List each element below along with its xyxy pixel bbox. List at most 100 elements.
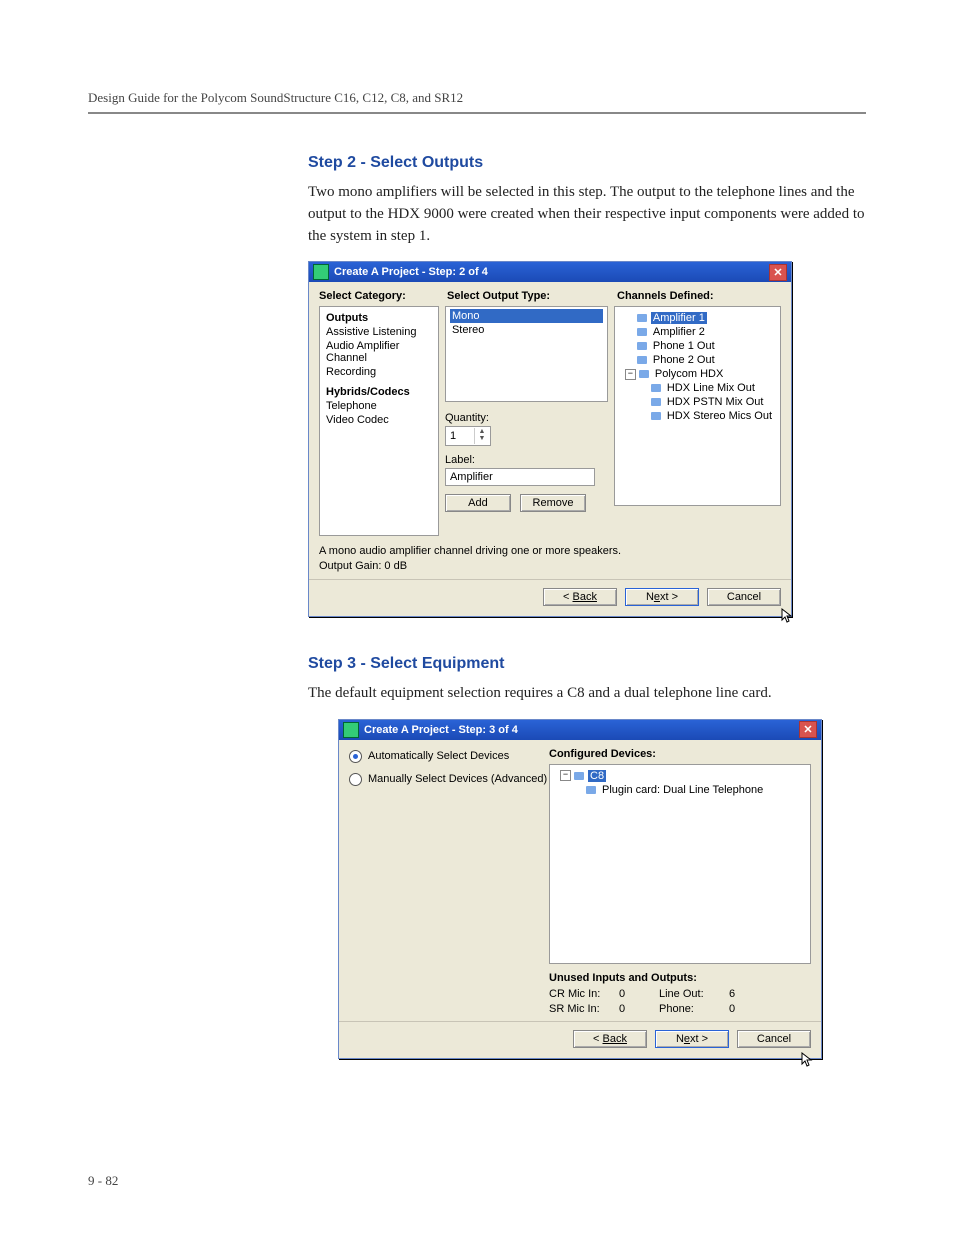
radio-icon: [349, 750, 362, 763]
channel-icon: [637, 328, 647, 336]
cancel-button[interactable]: Cancel: [737, 1030, 811, 1048]
category-item[interactable]: Outputs: [326, 311, 432, 325]
radio-label: Manually Select Devices (Advanced): [368, 773, 547, 785]
cursor-icon: [801, 1052, 813, 1068]
next-button[interactable]: Next >: [655, 1030, 729, 1048]
tree-label: Amplifier 2: [651, 326, 707, 338]
category-item[interactable]: Hybrids/Codecs: [326, 385, 432, 399]
header-channels: Channels Defined:: [617, 290, 781, 302]
tree-collapse-icon[interactable]: −: [625, 369, 636, 380]
channels-tree[interactable]: Amplifier 1 Amplifier 2 Phone 1 OutPhone 2…: [614, 306, 781, 506]
unused-value: 0: [619, 988, 659, 1000]
tree-label: HDX PSTN Mix Out: [665, 396, 766, 408]
step2-title: Step 2 - Select Outputs: [308, 154, 866, 172]
tree-label: Polycom HDX: [653, 368, 725, 380]
tree-label: HDX Stereo Mics Out: [665, 410, 774, 422]
device-selection-radio[interactable]: Automatically Select Devices: [349, 750, 549, 763]
step3-text: The default equipment selection requires…: [308, 683, 866, 705]
header-rule: [88, 112, 866, 114]
desc-line2: Output Gain: 0 dB: [319, 559, 781, 573]
quantity-label: Quantity:: [445, 412, 608, 424]
device-selection-radio[interactable]: Manually Select Devices (Advanced): [349, 773, 549, 786]
back-button[interactable]: < Back: [543, 588, 617, 606]
tree-row[interactable]: Plugin card: Dual Line Telephone: [556, 783, 804, 797]
category-item[interactable]: Recording: [326, 365, 432, 379]
next-button[interactable]: Next >: [625, 588, 699, 606]
step3-title: Step 3 - Select Equipment: [308, 655, 866, 673]
cursor-icon: [781, 608, 793, 624]
category-list[interactable]: OutputsAssistive ListeningAudio Amplifie…: [319, 306, 439, 536]
category-item[interactable]: Audio Amplifier Channel: [326, 339, 432, 365]
titlebar: Create A Project - Step: 3 of 4 ✕: [339, 720, 821, 740]
titlebar: Create A Project - Step: 2 of 4 ✕: [309, 262, 791, 282]
back-button[interactable]: < Back: [573, 1030, 647, 1048]
category-item[interactable]: Video Codec: [326, 413, 432, 427]
output-type-list[interactable]: MonoStereo: [445, 306, 608, 402]
unused-io-label: Unused Inputs and Outputs:: [549, 972, 811, 984]
quantity-value: 1: [450, 430, 456, 442]
close-icon[interactable]: ✕: [769, 264, 787, 281]
tree-row[interactable]: Phone 1 Out: [621, 339, 774, 353]
tree-label: HDX Line Mix Out: [665, 382, 757, 394]
tree-row[interactable]: Phone 2 Out: [621, 353, 774, 367]
dialog-step2: Create A Project - Step: 2 of 4 ✕ Select…: [308, 261, 792, 617]
label-value: Amplifier: [450, 471, 493, 483]
close-icon[interactable]: ✕: [799, 721, 817, 738]
unused-key: Phone:: [659, 1003, 729, 1015]
unused-key: SR Mic In:: [549, 1003, 619, 1015]
app-icon: [343, 722, 359, 738]
category-item[interactable]: Telephone: [326, 399, 432, 413]
tree-row[interactable]: HDX Stereo Mics Out: [621, 409, 774, 423]
output-type-item[interactable]: Stereo: [450, 323, 603, 337]
channel-icon: [586, 786, 596, 794]
unused-io-grid: CR Mic In:0Line Out:6SR Mic In:0Phone:0: [549, 988, 811, 1015]
dialog-step3: Create A Project - Step: 3 of 4 ✕ Automa…: [338, 719, 822, 1059]
radio-label: Automatically Select Devices: [368, 750, 509, 762]
tree-label: Plugin card: Dual Line Telephone: [600, 784, 765, 796]
quantity-stepper[interactable]: 1 ▲▼: [445, 426, 491, 446]
remove-button[interactable]: Remove: [520, 494, 586, 512]
tree-row[interactable]: HDX Line Mix Out: [621, 381, 774, 395]
unused-value: 0: [619, 1003, 659, 1015]
tree-label: Amplifier 1: [651, 312, 707, 324]
channel-icon: [637, 356, 647, 364]
label-label: Label:: [445, 454, 608, 466]
unused-value: 0: [729, 1003, 759, 1015]
step2-text: Two mono amplifiers will be selected in …: [308, 182, 866, 247]
running-head: Design Guide for the Polycom SoundStruct…: [88, 90, 866, 106]
header-category: Select Category:: [319, 290, 447, 302]
output-description: A mono audio amplifier channel driving o…: [319, 544, 781, 573]
tree-label: Phone 1 Out: [651, 340, 717, 352]
page-number: 9 - 82: [88, 1173, 118, 1189]
channel-icon: [651, 412, 661, 420]
cancel-button[interactable]: Cancel: [707, 588, 781, 606]
category-item[interactable]: Assistive Listening: [326, 325, 432, 339]
unused-key: CR Mic In:: [549, 988, 619, 1000]
tree-row[interactable]: Amplifier 1: [621, 311, 774, 325]
dialog-title: Create A Project - Step: 2 of 4: [334, 266, 769, 278]
tree-collapse-icon[interactable]: −: [560, 770, 571, 781]
tree-row[interactable]: − C8: [556, 769, 804, 783]
app-icon: [313, 264, 329, 280]
radio-icon: [349, 773, 362, 786]
channel-icon: [637, 314, 647, 322]
channel-icon: [574, 772, 584, 780]
channel-icon: [651, 398, 661, 406]
channel-icon: [639, 370, 649, 378]
configured-devices-tree[interactable]: − C8 Plugin card: Dual Line Telephone: [549, 764, 811, 964]
tree-row[interactable]: Amplifier 2: [621, 325, 774, 339]
tree-row[interactable]: − Polycom HDX: [621, 367, 774, 381]
configured-devices-label: Configured Devices:: [549, 748, 811, 760]
label-field[interactable]: Amplifier: [445, 468, 595, 486]
add-button[interactable]: Add: [445, 494, 511, 512]
channel-icon: [651, 384, 661, 392]
header-output-type: Select Output Type:: [447, 290, 617, 302]
output-type-item[interactable]: Mono: [450, 309, 603, 323]
desc-line1: A mono audio amplifier channel driving o…: [319, 544, 781, 558]
tree-row[interactable]: HDX PSTN Mix Out: [621, 395, 774, 409]
spinner-arrows-icon[interactable]: ▲▼: [474, 428, 489, 444]
unused-key: Line Out:: [659, 988, 729, 1000]
channel-icon: [637, 342, 647, 350]
tree-label: C8: [588, 770, 606, 782]
unused-value: 6: [729, 988, 759, 1000]
